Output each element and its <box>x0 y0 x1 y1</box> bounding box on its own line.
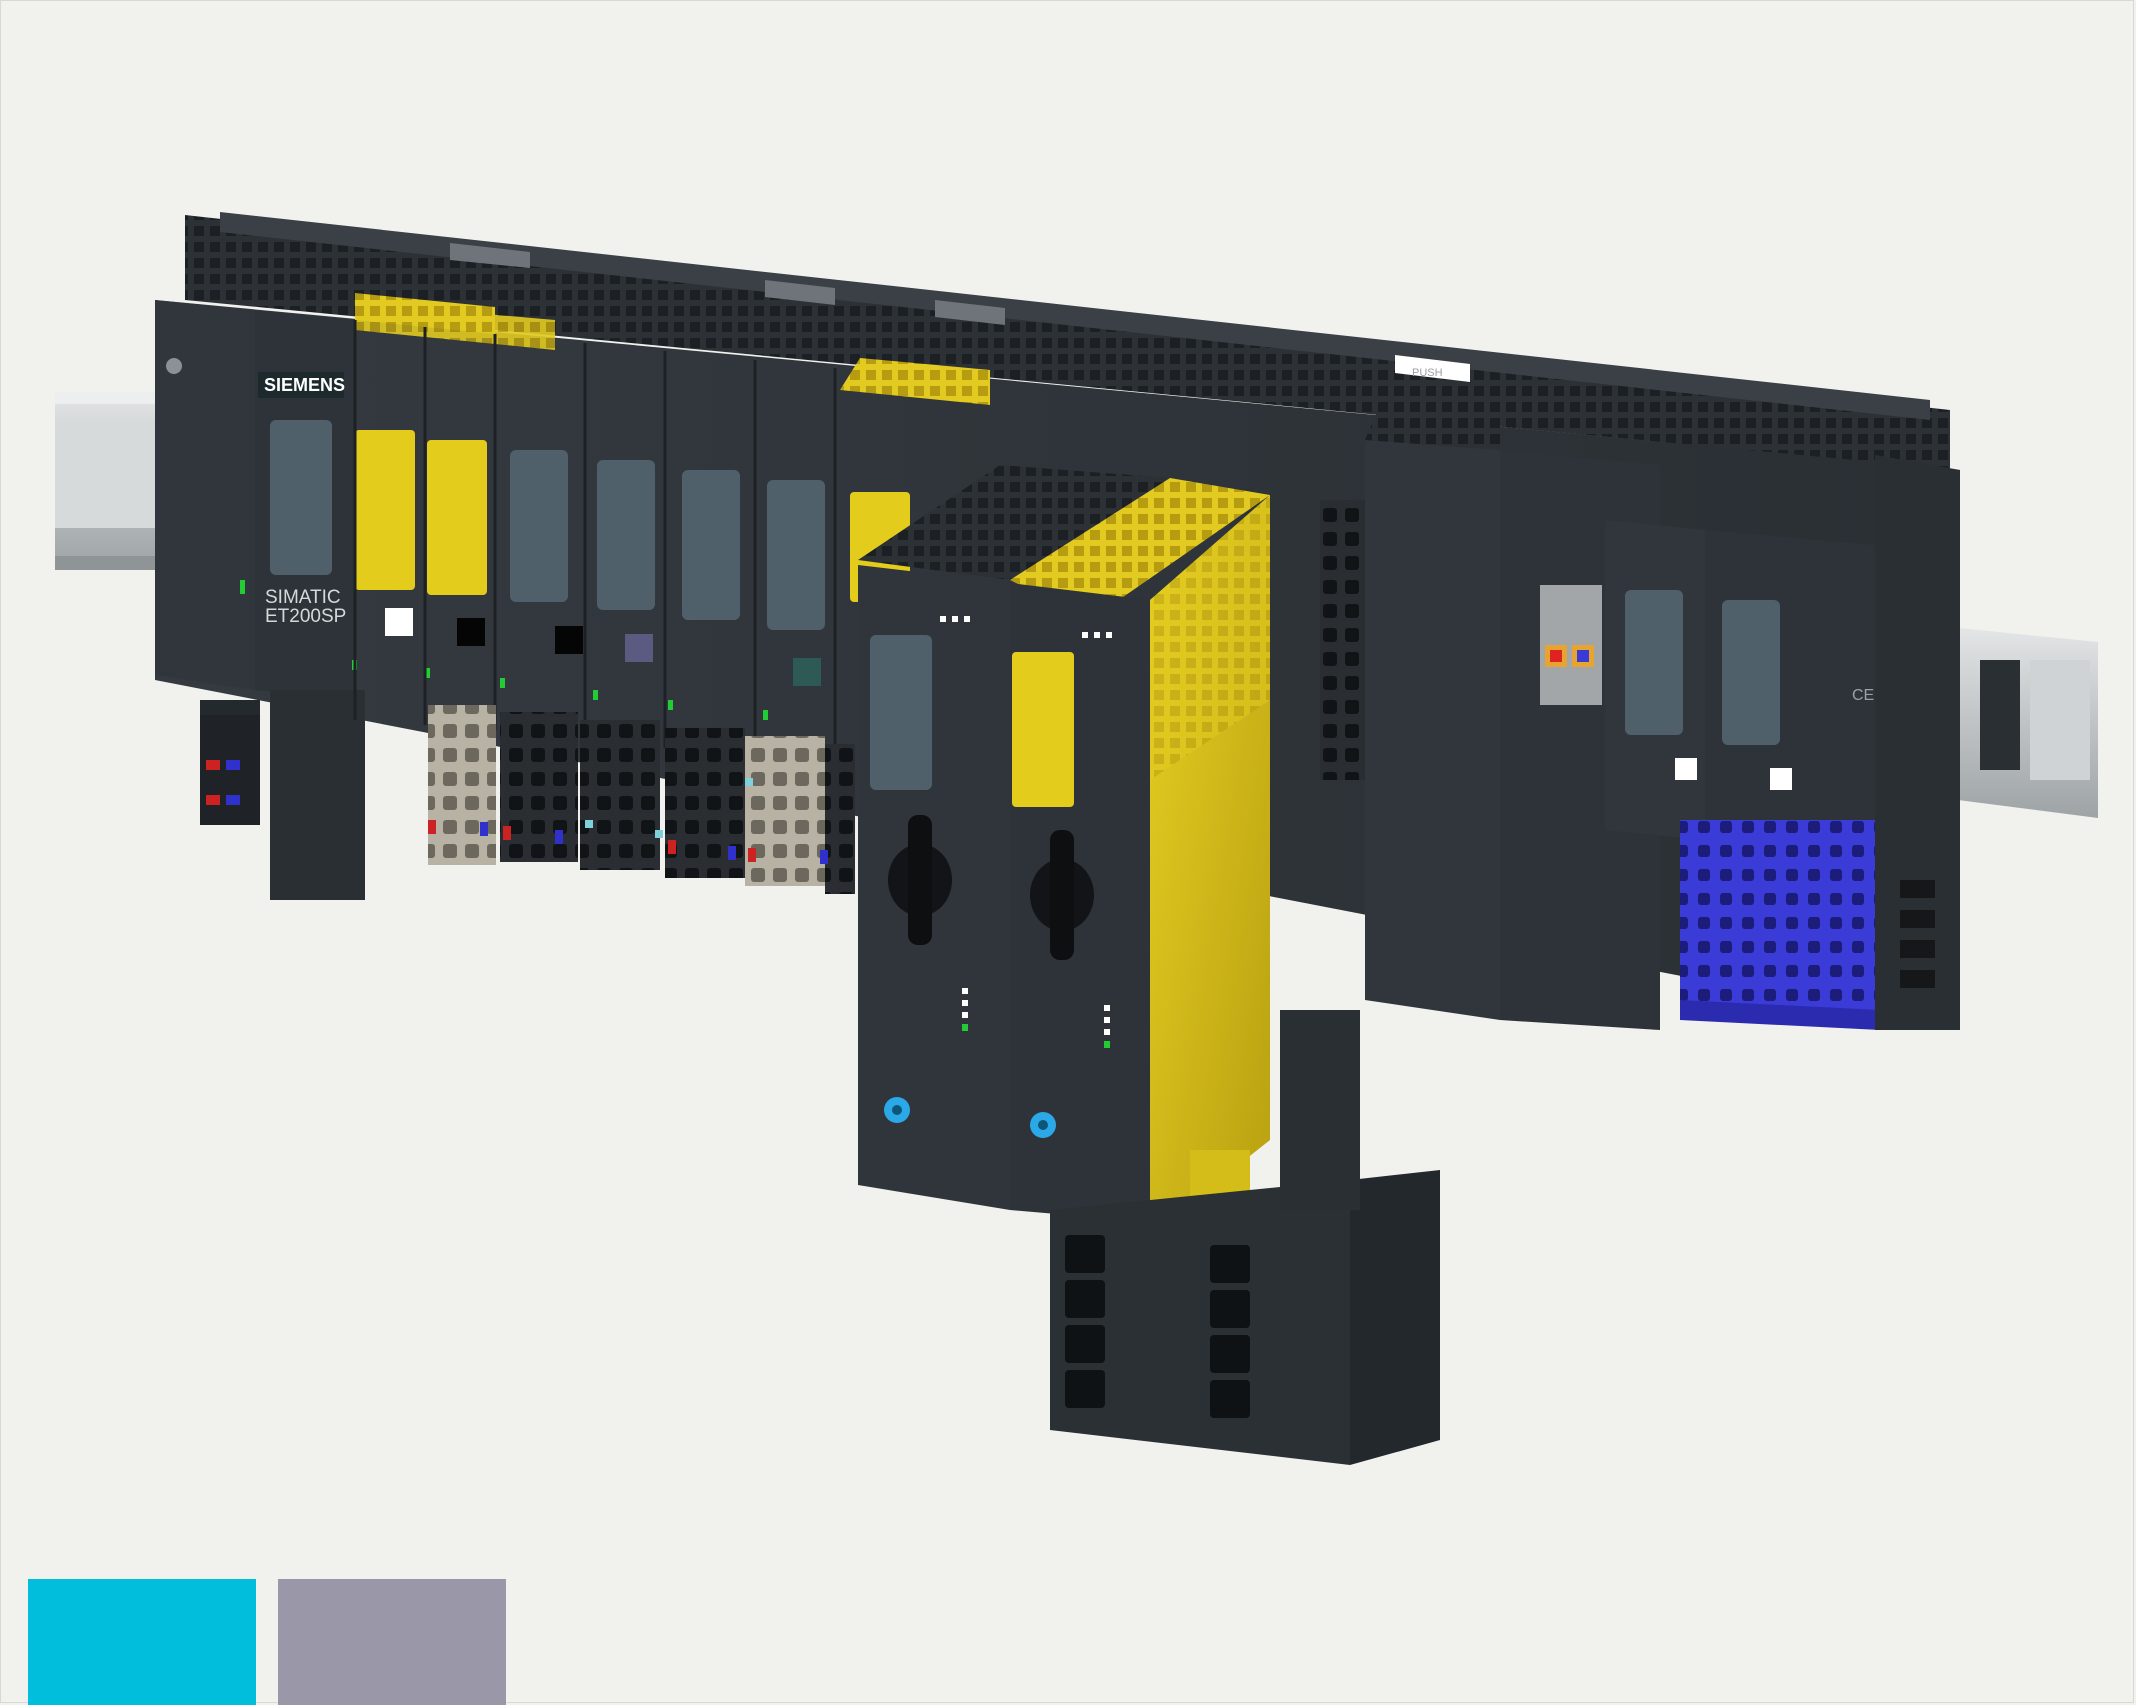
power-connector <box>200 715 260 825</box>
motor-starter-module <box>858 465 1270 1235</box>
status-led <box>668 700 673 710</box>
display-window <box>597 460 655 610</box>
et200sp-product-photo: SIEMENS SIMATIC ET200SP PUSH CE <box>55 212 2098 1465</box>
display-window <box>870 635 932 790</box>
et200sp-label: ET200SP <box>265 606 346 627</box>
display-window <box>682 470 740 620</box>
display-window <box>767 480 825 630</box>
simatic-label: SIMATIC <box>265 587 341 608</box>
color-swatch-grey <box>278 1579 506 1705</box>
display-window <box>510 450 568 602</box>
display-window <box>1722 600 1780 745</box>
status-led <box>240 580 245 594</box>
screw-icon <box>166 358 182 374</box>
status-led <box>763 710 768 720</box>
interface-module: SIEMENS SIMATIC ET200SP <box>155 300 365 900</box>
failsafe-module-label <box>355 430 415 590</box>
din-rail-right <box>1958 628 2098 818</box>
push-tab-label: PUSH <box>1412 367 1443 379</box>
status-led <box>500 678 505 688</box>
display-window <box>270 420 332 575</box>
ce-mark-icon: CE <box>1852 687 1874 704</box>
display-window <box>1625 590 1683 735</box>
status-led <box>593 690 598 700</box>
color-swatch-cyan <box>28 1579 256 1705</box>
failsafe-module-label <box>427 440 487 595</box>
status-led <box>962 1024 968 1031</box>
status-led <box>1104 1041 1110 1048</box>
fuse-terminal <box>1540 585 1602 705</box>
siemens-brand-label: SIEMENS <box>264 375 345 395</box>
